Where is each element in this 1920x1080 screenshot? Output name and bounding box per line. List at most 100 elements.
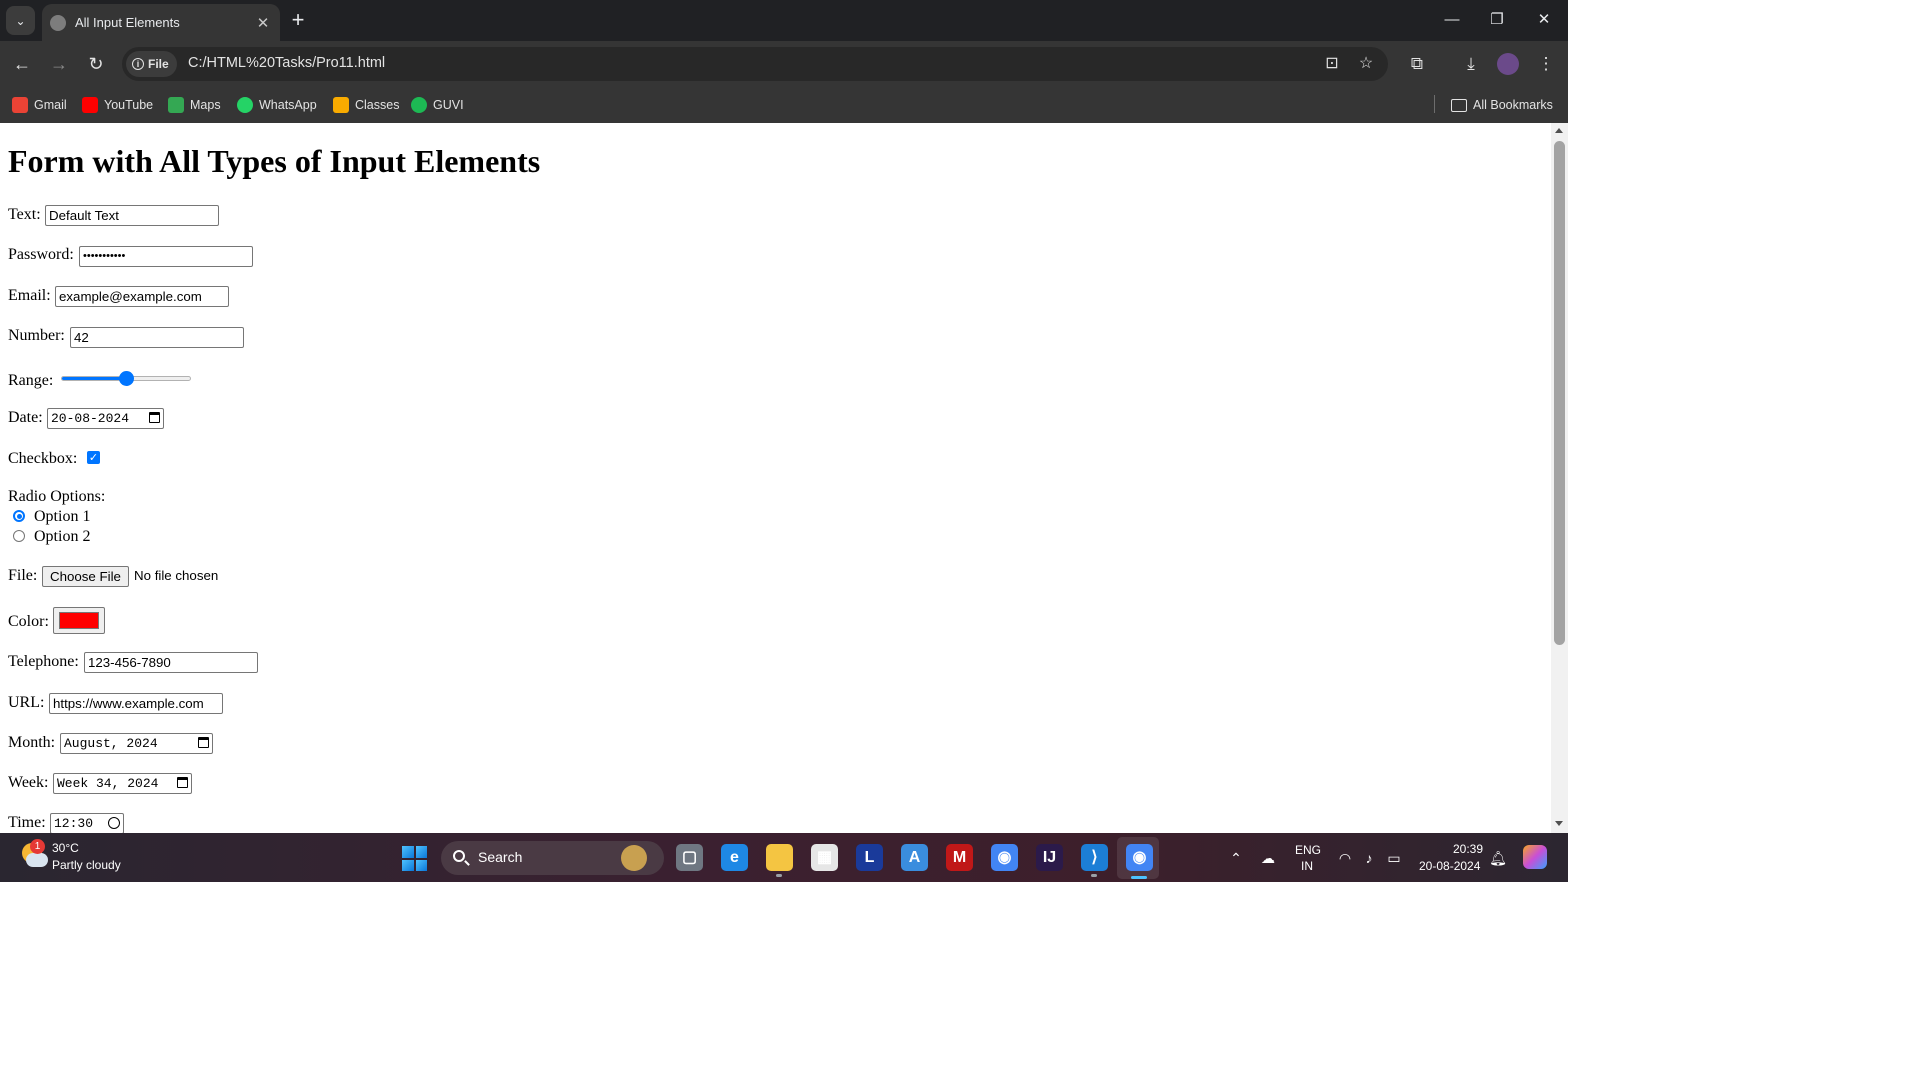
bookmarks-bar: Gmail YouTube Maps WhatsApp Classes GUVI… <box>0 88 1568 123</box>
weather-badge: 1 <box>30 839 45 854</box>
tab-search-button[interactable]: ⌄ <box>6 6 35 35</box>
vscode-icon[interactable]: ⟩ <box>1081 844 1108 871</box>
weather-description[interactable]: Partly cloudy <box>52 858 121 872</box>
search-icon <box>453 850 465 862</box>
new-tab-button[interactable]: + <box>286 8 310 32</box>
bookmark-guvi[interactable]: GUVI <box>411 95 464 115</box>
bookmark-gmail[interactable]: Gmail <box>12 95 67 115</box>
menu-dots-icon[interactable]: ⋮ <box>1535 53 1557 75</box>
date-input[interactable]: 20-08-2024 <box>47 408 164 429</box>
chrome-profile-icon[interactable]: ◉ <box>1126 844 1153 871</box>
weather-temperature[interactable]: 30°C <box>52 841 79 855</box>
youtube-icon <box>82 97 98 113</box>
onedrive-icon[interactable]: ☁ <box>1258 848 1278 868</box>
intellij-icon[interactable]: IJ <box>1036 844 1063 871</box>
bookmark-classes[interactable]: Classes <box>333 95 399 115</box>
gmail-icon <box>12 97 28 113</box>
translate-icon[interactable]: ⊡ <box>1321 53 1343 75</box>
browser-toolbar: ← → ↻ i File C:/HTML%20Tasks/Pro11.html … <box>0 41 1568 88</box>
radio-option-2[interactable] <box>13 530 25 542</box>
copilot-icon[interactable] <box>1523 845 1547 869</box>
search-highlight-icon <box>621 845 647 871</box>
clock-date[interactable]: 20-08-2024 <box>1419 859 1480 873</box>
address-bar[interactable]: i File C:/HTML%20Tasks/Pro11.html ⊡ ☆ <box>122 47 1388 81</box>
restore-icon[interactable]: ❐ <box>1485 8 1509 32</box>
close-tab-icon[interactable]: ✕ <box>252 14 274 32</box>
page-scrollbar[interactable] <box>1551 123 1568 833</box>
mcafee-icon[interactable]: M <box>946 844 973 871</box>
chrome-icon[interactable]: ◉ <box>991 844 1018 871</box>
battery-icon[interactable]: ▭ <box>1384 848 1404 868</box>
task-view-icon[interactable]: ▢ <box>676 844 703 871</box>
clock-icon[interactable] <box>108 817 120 829</box>
profile-avatar[interactable] <box>1497 53 1519 75</box>
telephone-input[interactable]: 123-456-7890 <box>84 652 258 673</box>
bookmark-youtube[interactable]: YouTube <box>82 95 153 115</box>
email-input[interactable]: example@example.com <box>55 286 229 307</box>
month-input[interactable]: August, 2024 <box>60 733 213 754</box>
range-label: Range: <box>8 372 54 389</box>
windows-start-icon[interactable] <box>402 846 427 871</box>
whatsapp-icon <box>237 97 253 113</box>
page-title: Form with All Types of Input Elements <box>8 143 541 179</box>
bookmarks-divider <box>1434 95 1435 113</box>
tab-strip: ⌄ All Input Elements ✕ + — ❐ ✕ <box>0 0 1568 41</box>
calendar-icon[interactable] <box>198 737 209 748</box>
bookmark-whatsapp[interactable]: WhatsApp <box>237 95 317 115</box>
edge-icon[interactable]: e <box>721 844 748 871</box>
scroll-up-arrow-icon[interactable] <box>1555 128 1563 133</box>
password-label: Password: <box>8 246 74 263</box>
bookmark-label: YouTube <box>104 98 154 112</box>
forward-arrow-icon[interactable]: → <box>46 51 72 77</box>
password-input[interactable]: ••••••••••• <box>79 246 253 267</box>
back-arrow-icon[interactable]: ← <box>9 51 35 77</box>
file-explorer-icon[interactable] <box>766 844 793 871</box>
active-tab[interactable]: All Input Elements ✕ <box>42 4 280 41</box>
chevron-up-icon[interactable]: ⌃ <box>1226 848 1246 868</box>
bookmark-maps[interactable]: Maps <box>168 95 221 115</box>
taskbar-search[interactable]: Search <box>441 841 664 875</box>
range-slider[interactable] <box>61 371 191 386</box>
scroll-thumb[interactable] <box>1554 141 1565 645</box>
number-input[interactable]: 42 <box>70 327 244 348</box>
radio-option-1[interactable] <box>13 510 25 522</box>
scroll-down-arrow-icon[interactable] <box>1555 821 1563 826</box>
bookmark-label: WhatsApp <box>259 98 317 112</box>
color-label: Color: <box>8 613 49 630</box>
date-value: 20-08-2024 <box>51 411 130 426</box>
radio-group-label: Radio Options: <box>8 488 106 505</box>
site-info-chip[interactable]: i File <box>126 51 177 77</box>
site-chip-label: File <box>148 57 169 71</box>
all-bookmarks-button[interactable]: All Bookmarks <box>1451 95 1553 115</box>
url-text[interactable]: C:/HTML%20Tasks/Pro11.html <box>188 55 385 71</box>
extensions-icon[interactable]: ⧉ <box>1406 53 1428 75</box>
choose-file-button[interactable]: Choose File <box>42 566 129 587</box>
notification-bell-icon[interactable]: 🔔︎ <box>1488 848 1508 868</box>
language-label[interactable]: ENG <box>1295 843 1321 857</box>
clock-time[interactable]: 20:39 <box>1453 842 1483 856</box>
volume-icon[interactable]: ♪ <box>1359 848 1379 868</box>
time-input[interactable]: 12:30 <box>50 813 124 833</box>
url-input[interactable]: https://www.example.com <box>49 693 223 714</box>
calendar-icon[interactable] <box>177 777 188 788</box>
wifi-icon[interactable]: ◠ <box>1335 848 1355 868</box>
text-input[interactable]: Default Text <box>45 205 219 226</box>
minimize-icon[interactable]: — <box>1440 8 1464 32</box>
bookmark-star-icon[interactable]: ☆ <box>1355 53 1377 75</box>
l-app-icon[interactable]: L <box>856 844 883 871</box>
checkbox-input[interactable]: ✓ <box>87 451 100 464</box>
region-label[interactable]: IN <box>1301 859 1313 873</box>
download-icon[interactable]: ⤓ <box>1460 53 1482 75</box>
running-indicator <box>776 874 782 877</box>
range-thumb[interactable] <box>119 371 134 386</box>
calendar-icon[interactable] <box>149 412 160 423</box>
week-input[interactable]: Week 34, 2024 <box>53 773 192 794</box>
pen-app-icon[interactable]: A <box>901 844 928 871</box>
reload-icon[interactable]: ↻ <box>83 51 109 77</box>
color-picker[interactable] <box>53 607 105 634</box>
close-window-icon[interactable]: ✕ <box>1532 8 1556 32</box>
maps-icon <box>168 97 184 113</box>
running-indicator <box>1091 874 1097 877</box>
time-label: Time: <box>8 814 46 831</box>
microsoft-store-icon[interactable]: ▦ <box>811 844 838 871</box>
